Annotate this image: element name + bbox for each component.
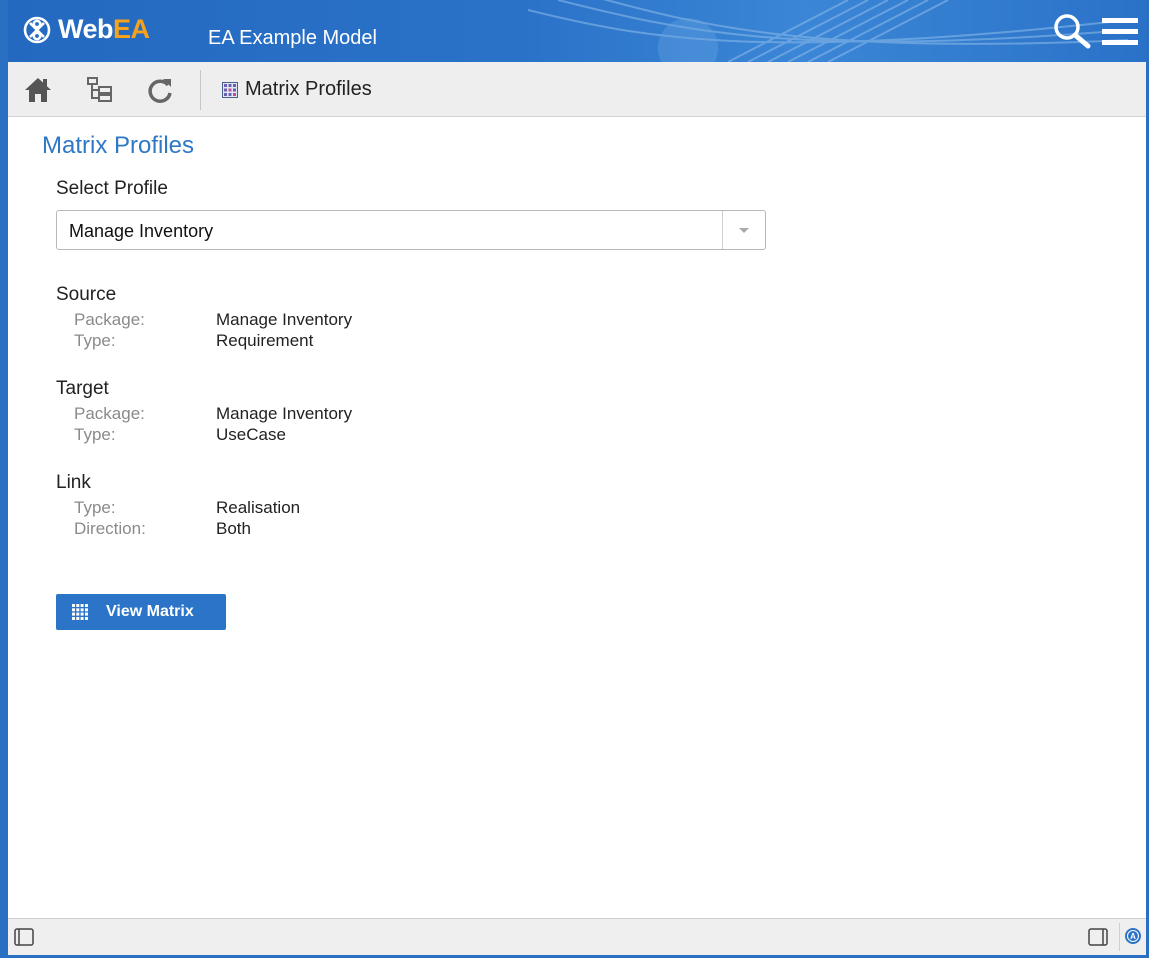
select-profile-label: Select Profile <box>56 178 168 199</box>
target-type-value: UseCase <box>216 425 286 444</box>
source-type-key: Type: <box>74 331 116 350</box>
link-type-key: Type: <box>74 498 116 517</box>
link-direction-key: Direction: <box>74 519 146 538</box>
target-heading: Target <box>56 378 109 399</box>
view-matrix-button[interactable]: View Matrix <box>56 594 226 630</box>
search-button[interactable] <box>1050 10 1094 54</box>
view-matrix-label: View Matrix <box>106 603 194 620</box>
breadcrumb-label: Matrix Profiles <box>245 78 372 100</box>
main-menu-button[interactable] <box>1100 14 1140 50</box>
logo-icon <box>23 16 51 43</box>
app-frame: WebEA EA Example Model Matrix Profiles M… <box>8 0 1146 955</box>
status-bar-separator <box>1119 923 1120 951</box>
browser-tree-button[interactable] <box>84 74 116 106</box>
refresh-icon <box>148 79 172 103</box>
link-heading: Link <box>56 472 91 493</box>
toolbar-separator <box>200 70 201 110</box>
chevron-down-icon <box>739 228 749 233</box>
navigation-toolbar: Matrix Profiles <box>8 62 1146 117</box>
top-bar: WebEA EA Example Model <box>8 0 1146 62</box>
status-bar: A <box>8 918 1146 955</box>
hamburger-menu-icon <box>1102 18 1138 45</box>
status-indicator-letter: A <box>1130 932 1136 941</box>
tree-icon <box>87 77 112 102</box>
header-wave-decoration <box>528 0 1128 62</box>
source-package-value: Manage Inventory <box>216 310 353 329</box>
source-package-key: Package: <box>74 310 145 329</box>
target-package-key: Package: <box>74 404 145 423</box>
target-type-key: Type: <box>74 425 116 444</box>
page-title: Matrix Profiles <box>42 132 195 159</box>
breadcrumb: Matrix Profiles <box>222 78 372 101</box>
matrix-icon <box>222 81 238 98</box>
home-icon <box>25 78 51 102</box>
logo-text: WebEA <box>58 14 150 44</box>
link-type-value: Realisation <box>216 498 301 517</box>
link-direction-value: Both <box>216 519 251 538</box>
search-icon <box>1054 14 1091 49</box>
webea-logo[interactable]: WebEA <box>22 14 150 45</box>
status-indicator-icon[interactable]: A <box>1124 927 1142 945</box>
home-button[interactable] <box>22 74 54 106</box>
refresh-button[interactable] <box>144 74 176 106</box>
right-panel-icon[interactable] <box>1088 928 1108 946</box>
grid-icon <box>72 604 88 620</box>
left-panel-icon[interactable] <box>14 928 34 946</box>
model-name: EA Example Model <box>208 27 377 49</box>
source-type-value: Requirement <box>216 331 314 350</box>
profile-select[interactable]: Manage Inventory <box>56 210 766 250</box>
target-package-value: Manage Inventory <box>216 404 353 423</box>
profile-select-toggle[interactable] <box>722 211 765 249</box>
source-heading: Source <box>56 284 117 305</box>
profile-select-value: Manage Inventory <box>69 221 214 241</box>
